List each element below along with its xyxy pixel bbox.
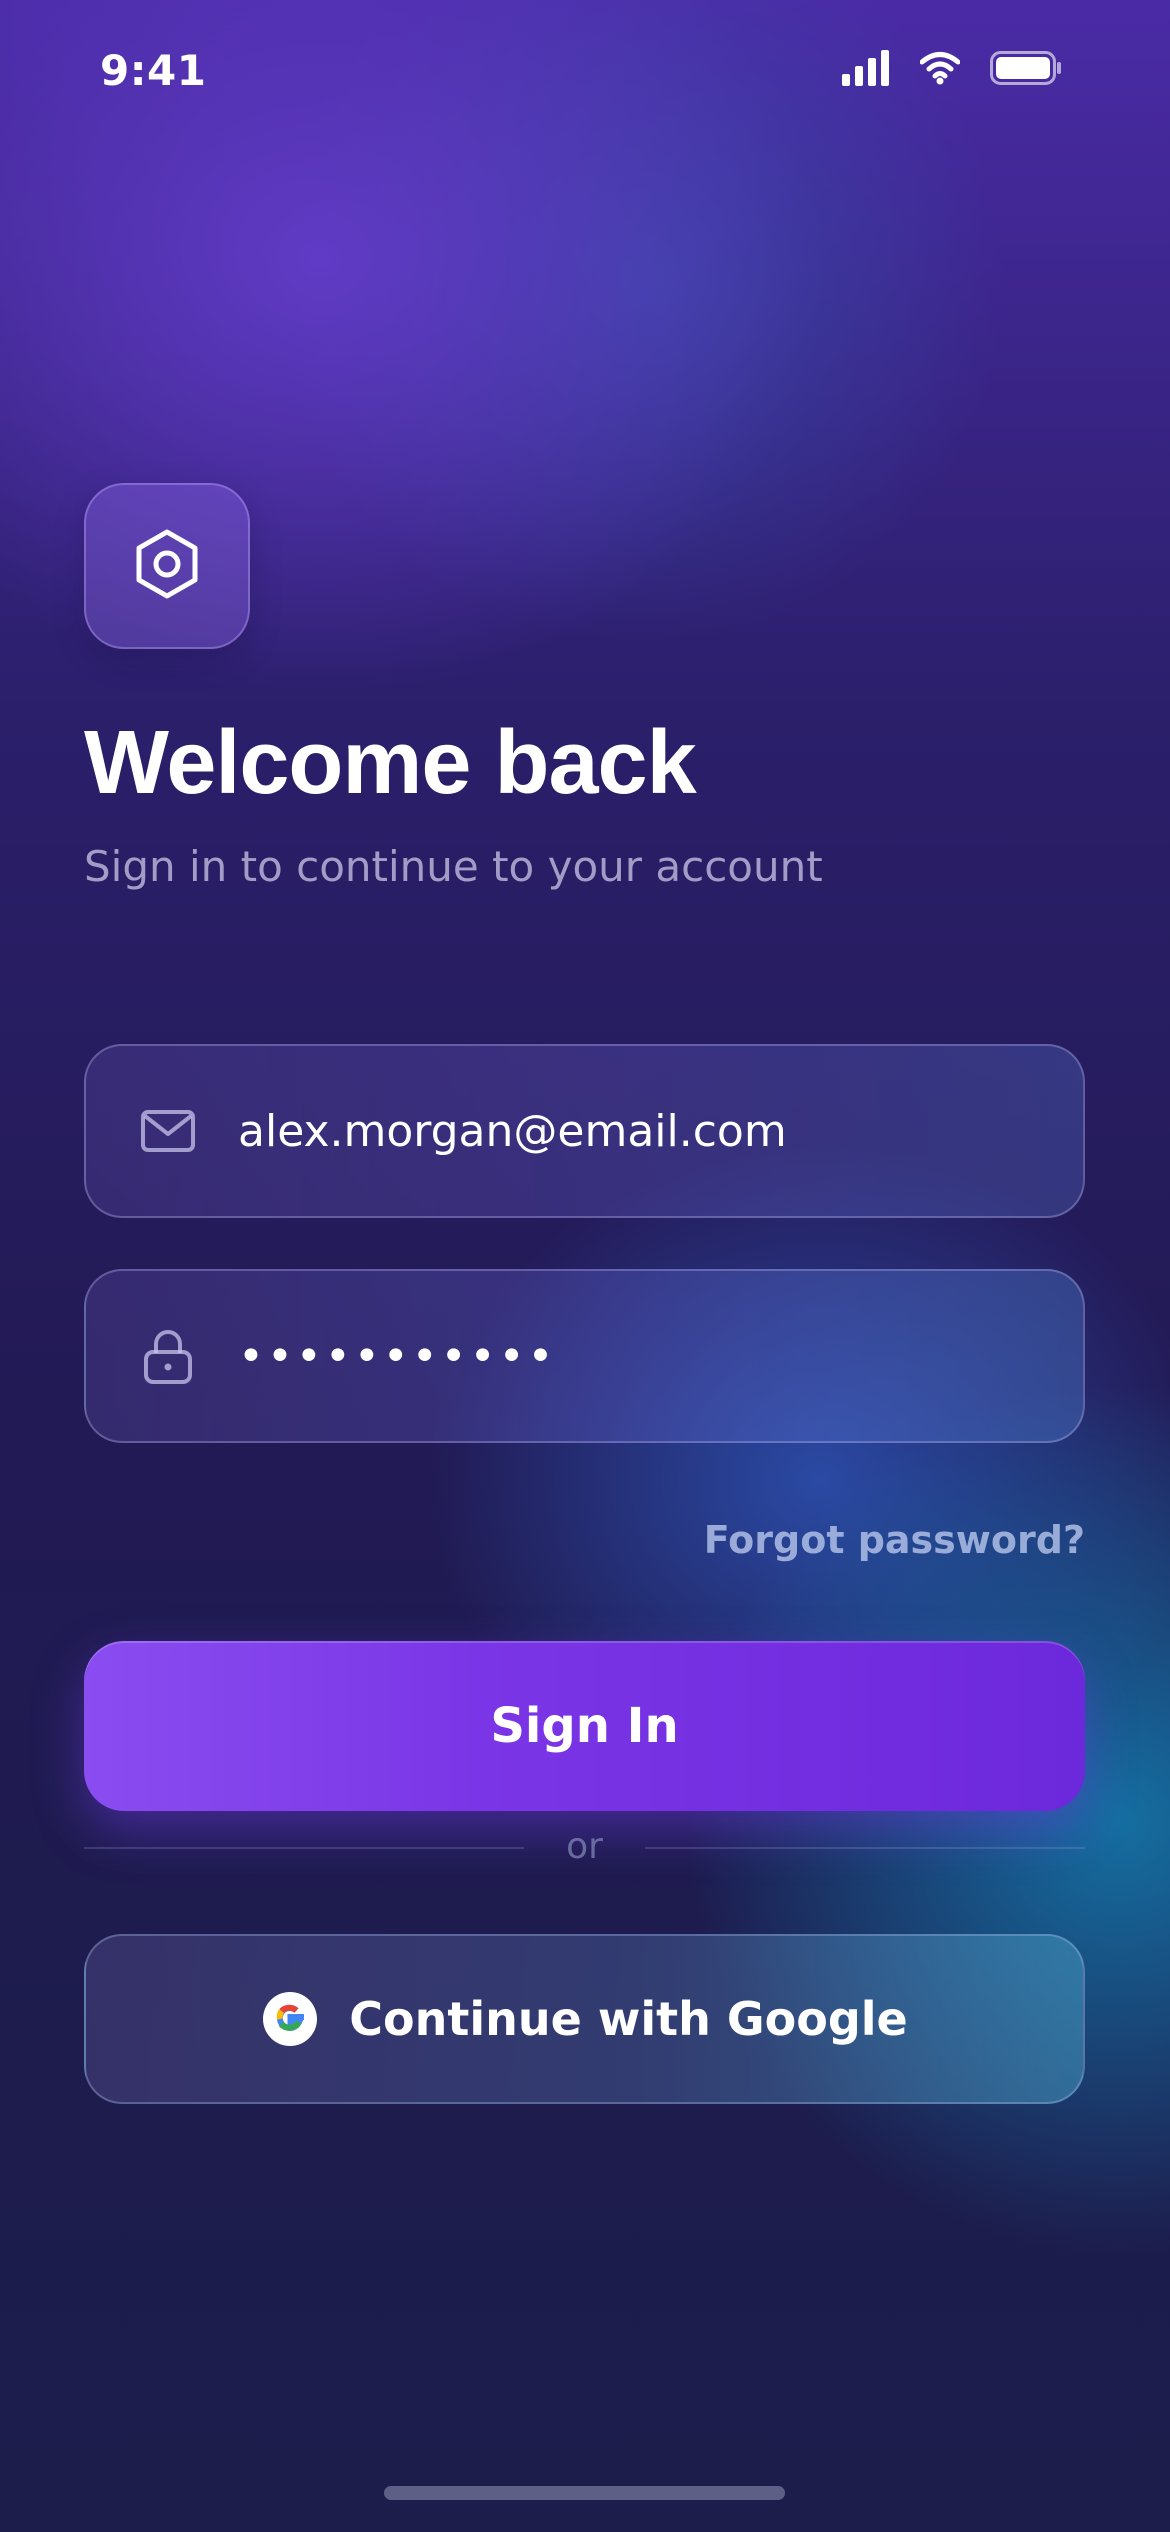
page-subtitle: Sign in to continue to your account: [84, 842, 823, 891]
divider-line-right: [645, 1847, 1085, 1849]
lock-icon: [139, 1327, 197, 1385]
email-field[interactable]: [84, 1044, 1085, 1218]
signal-icon: [842, 50, 890, 90]
divider-or-text: or: [566, 1826, 603, 1867]
home-indicator[interactable]: [384, 2486, 785, 2500]
continue-with-google-button[interactable]: Continue with Google: [84, 1934, 1085, 2104]
battery-icon: [990, 51, 1062, 89]
status-icons: [842, 50, 1062, 90]
password-input[interactable]: [238, 1271, 1043, 1441]
password-field[interactable]: [84, 1269, 1085, 1443]
mail-icon: [139, 1102, 197, 1160]
wifi-icon: [919, 51, 961, 89]
hexagon-icon: [131, 528, 203, 604]
email-input[interactable]: [238, 1046, 1043, 1216]
divider-line-left: [84, 1847, 524, 1849]
status-time: 9:41: [100, 46, 207, 95]
forgot-password-link[interactable]: Forgot password?: [704, 1518, 1085, 1562]
google-button-label: Continue with Google: [349, 1992, 908, 2046]
login-screen: 9:41 Welcome back Sign in to continue to…: [0, 0, 1170, 2532]
app-logo: [84, 483, 250, 649]
page-title: Welcome back: [84, 713, 697, 813]
google-icon: [261, 1990, 319, 2048]
sign-in-button[interactable]: Sign In: [84, 1641, 1085, 1811]
